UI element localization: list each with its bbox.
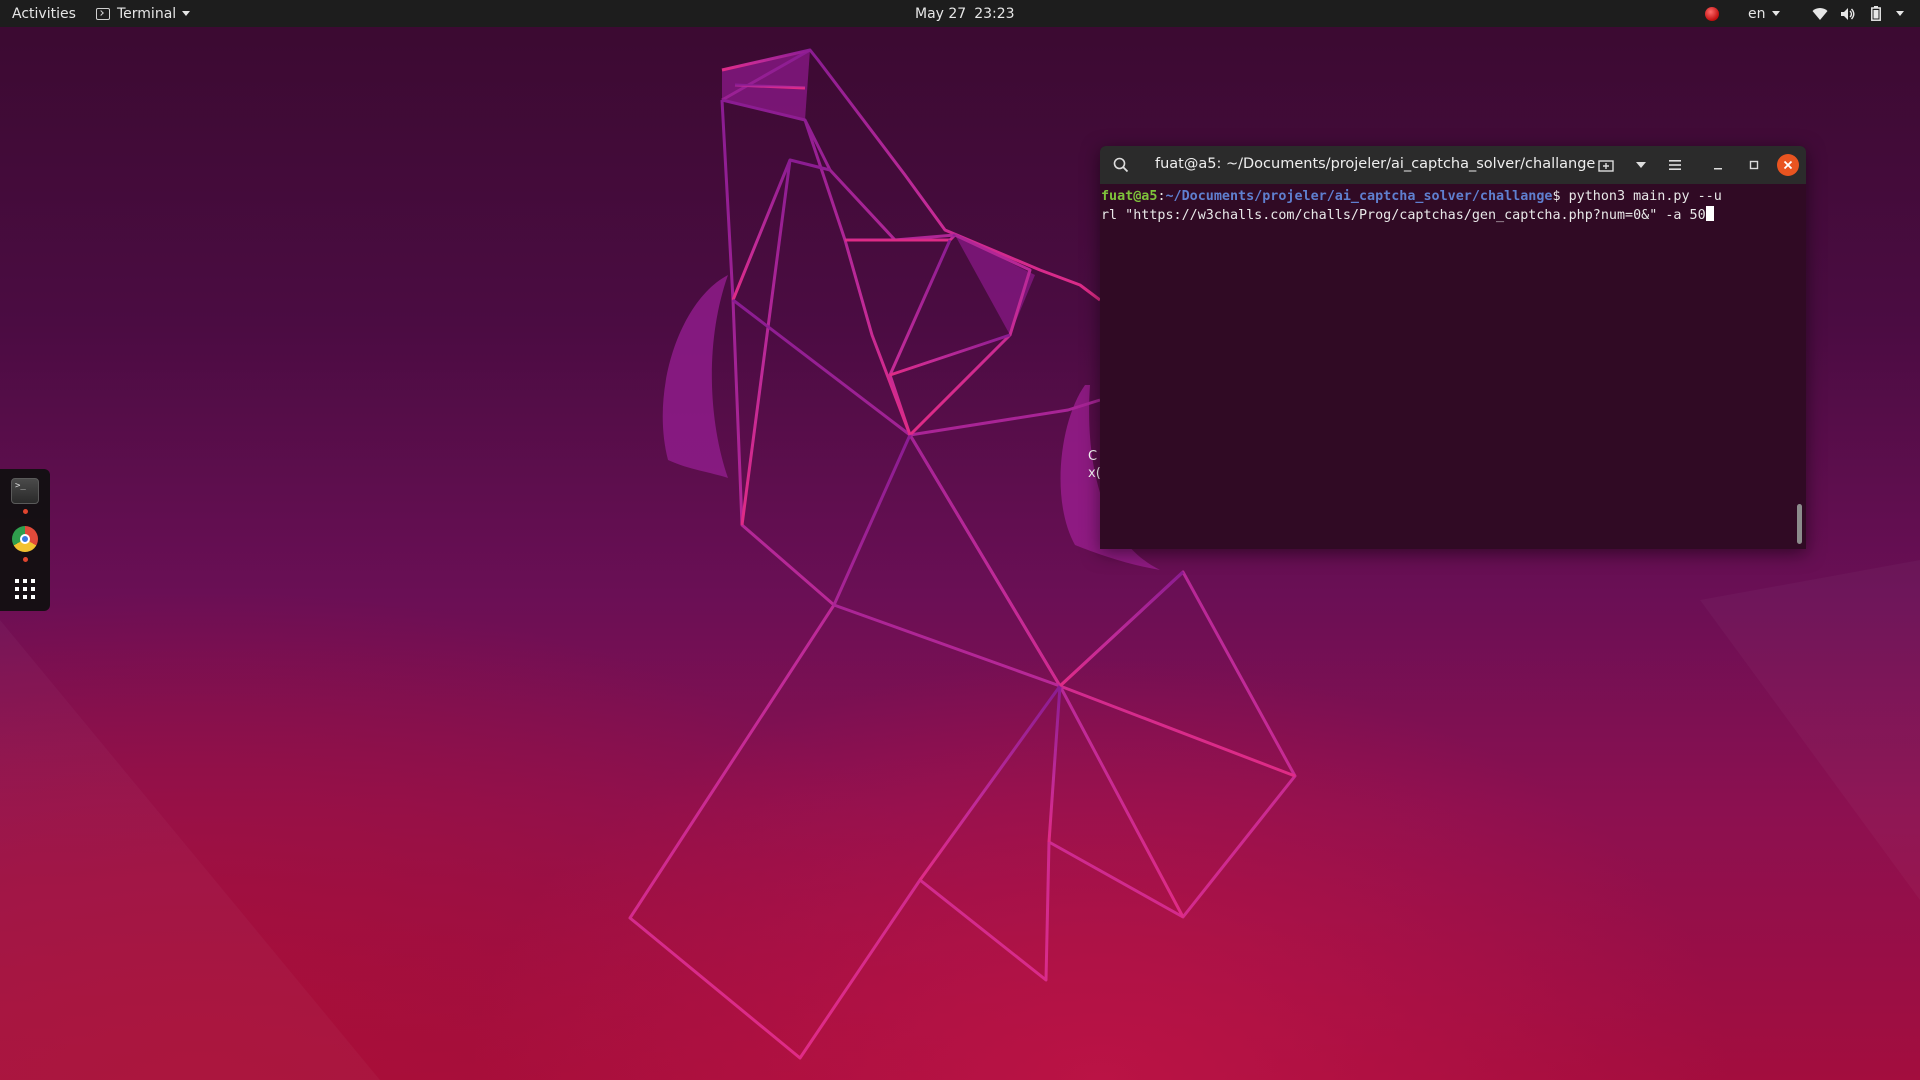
wifi-icon	[1812, 6, 1828, 22]
activities-button[interactable]: Activities	[12, 0, 76, 27]
battery-icon	[1868, 6, 1884, 22]
top-bar: Activities Terminal May 27 23:23 en	[0, 0, 1920, 27]
prompt-user: fuat@a5	[1101, 189, 1158, 204]
dock-item-chrome[interactable]	[0, 526, 50, 562]
tab-dropdown-button[interactable]	[1631, 155, 1651, 175]
desktop-file-label-line1: C	[1088, 449, 1098, 464]
text-cursor	[1705, 206, 1714, 221]
terminal-window[interactable]: fuat@a5: ~/Documents/projeler/ai_captcha…	[1100, 146, 1806, 549]
chevron-down-icon	[182, 11, 191, 16]
prompt-separator: :	[1157, 189, 1166, 204]
command-text-continued: rl "https://w3challs.com/challs/Prog/cap…	[1101, 208, 1706, 223]
recording-indicator[interactable]	[1705, 0, 1719, 27]
terminal-line: rl "https://w3challs.com/challs/Prog/cap…	[1101, 206, 1806, 225]
app-grid-icon	[15, 579, 35, 599]
close-icon	[1783, 160, 1793, 170]
menu-icon	[1669, 160, 1681, 170]
show-applications-button[interactable]	[0, 579, 50, 599]
scrollbar[interactable]	[1797, 504, 1802, 544]
running-indicator	[22, 557, 28, 562]
language-label: en	[1748, 5, 1766, 22]
close-button[interactable]	[1777, 154, 1799, 176]
volume-icon	[1840, 6, 1856, 22]
minimize-icon	[1714, 168, 1722, 170]
terminal-icon: >_	[11, 478, 39, 504]
chevron-down-icon	[1636, 162, 1646, 168]
window-title: fuat@a5: ~/Documents/projeler/ai_captcha…	[1155, 156, 1596, 172]
dock: >_	[0, 469, 50, 611]
chrome-icon	[12, 526, 38, 552]
running-indicator	[22, 509, 28, 514]
hamburger-menu-button[interactable]	[1665, 155, 1685, 175]
prompt-path: ~/Documents/projeler/ai_captcha_solver/c…	[1165, 189, 1553, 204]
clock-button[interactable]: May 27 23:23	[915, 0, 1015, 27]
desktop-file-label[interactable]: C x(	[1088, 448, 1101, 482]
maximize-icon	[1749, 160, 1759, 170]
search-icon[interactable]	[1112, 156, 1130, 174]
prompt-symbol: $	[1552, 189, 1569, 204]
chevron-down-icon	[1771, 11, 1780, 16]
terminal-header-bar[interactable]: fuat@a5: ~/Documents/projeler/ai_captcha…	[1100, 146, 1806, 184]
record-icon	[1705, 6, 1719, 21]
terminal-line: fuat@a5:~/Documents/projeler/ai_captcha_…	[1101, 188, 1806, 206]
chevron-down-icon	[1896, 11, 1904, 16]
activities-label: Activities	[12, 5, 76, 22]
app-menu-button[interactable]: Terminal	[96, 0, 191, 27]
system-menu-button[interactable]	[1812, 0, 1904, 27]
new-tab-icon	[1598, 160, 1614, 172]
desktop: C x( Activities Terminal May 27 23:23 en	[0, 0, 1920, 1080]
new-tab-button[interactable]	[1596, 155, 1616, 175]
dock-item-terminal[interactable]: >_	[0, 478, 50, 514]
input-language-button[interactable]: en	[1748, 0, 1780, 27]
command-text: python3 main.py --u	[1568, 189, 1722, 204]
minimize-button[interactable]	[1708, 155, 1728, 175]
desktop-file-label-line2: x(	[1088, 466, 1101, 481]
clock-date: May 27	[915, 5, 967, 22]
maximize-button[interactable]	[1744, 155, 1764, 175]
app-menu-label: Terminal	[117, 5, 177, 22]
terminal-icon	[96, 7, 110, 20]
clock-time: 23:23	[974, 5, 1015, 22]
terminal-output[interactable]: fuat@a5:~/Documents/projeler/ai_captcha_…	[1100, 184, 1806, 549]
